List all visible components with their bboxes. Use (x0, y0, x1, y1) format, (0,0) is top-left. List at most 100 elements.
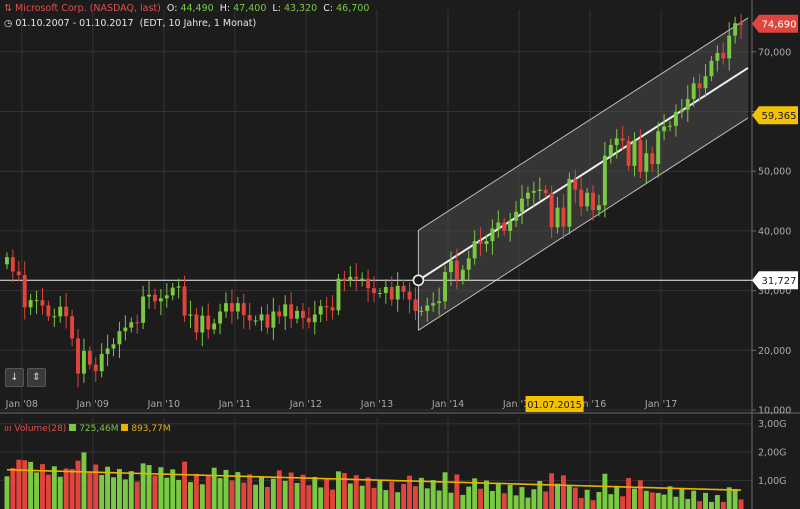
candle-body (443, 272, 447, 302)
candle-body (602, 155, 607, 206)
candle-body (10, 257, 15, 272)
period-info: (EDT, 10 Jahre, 1 Monat) (139, 18, 257, 29)
volume-bar (401, 483, 407, 509)
volume-bar (128, 471, 134, 509)
candle-body (64, 306, 69, 317)
volume-bar (430, 480, 436, 509)
candle-body (158, 298, 163, 302)
candle-body (301, 310, 305, 319)
volume-bar (347, 483, 353, 509)
candle-body (277, 311, 282, 317)
volume-bar (525, 497, 531, 509)
channel-mid-tag-text: 59,365 (762, 111, 797, 122)
open-label: O: (166, 3, 178, 14)
candle-body (431, 303, 436, 306)
candle-body (466, 258, 471, 270)
candle-body (691, 83, 696, 99)
candle-body (614, 138, 619, 145)
candle-body (87, 350, 92, 365)
volume-bar (199, 484, 205, 509)
volume-bar (253, 484, 259, 509)
candle-body (413, 299, 418, 311)
candle-body (685, 98, 690, 110)
volume-bar (495, 482, 501, 509)
volume-bar (389, 481, 395, 509)
candle-body (336, 278, 341, 311)
volume-bar (584, 489, 590, 509)
candle-body (644, 153, 649, 172)
volume-bar (152, 475, 158, 509)
candle-body (679, 109, 684, 113)
candle-body (129, 322, 134, 328)
volume-bar (365, 477, 371, 509)
candle-body (579, 189, 584, 207)
candle-body (218, 311, 223, 324)
x-tick-label: Jan '14 (431, 399, 464, 410)
volume-bar (454, 474, 460, 509)
chart-type-icon[interactable]: ⇅ (4, 3, 15, 14)
high-value: 47,400 (233, 3, 267, 14)
channel-mid-tag: 59,365 (752, 106, 798, 125)
candle-body (395, 285, 400, 300)
volume-bar (578, 498, 584, 509)
volume-bar (484, 480, 489, 509)
volume-bar (714, 495, 720, 509)
candle-body (354, 276, 359, 279)
candle-body (76, 338, 80, 374)
candle-body (164, 295, 169, 299)
current-price-tag: 74,690 (752, 14, 798, 33)
candle-body (224, 303, 228, 312)
highlight-date-label: 01.07.2015 (527, 400, 581, 411)
candle-body (135, 322, 140, 324)
candle-body (703, 76, 708, 89)
candle-body (662, 126, 667, 132)
date-range: 01.10.2007 - 01.10.2017 (15, 18, 134, 29)
candle-body (437, 301, 442, 304)
volume-bar (99, 475, 105, 509)
volume-bar (324, 479, 330, 509)
candle-body (342, 278, 347, 281)
candle-body (407, 291, 412, 300)
candle-body (514, 211, 519, 221)
volume-label: Volume(28) (14, 424, 67, 434)
volume-bar (602, 473, 608, 509)
volume-bar (513, 495, 519, 509)
candle-body (709, 60, 714, 77)
volume-bar (572, 487, 578, 509)
volume-bar (466, 486, 472, 509)
candle-body (520, 198, 524, 212)
candle-body (99, 353, 104, 372)
candle-body (194, 314, 199, 333)
candle-body (123, 327, 128, 332)
volume-bar (608, 494, 614, 509)
candle-body (206, 315, 211, 330)
volume-bar (543, 491, 549, 509)
candle-body (366, 278, 371, 289)
candle-body (425, 305, 430, 311)
candle-body (40, 300, 45, 306)
volume-bar (34, 472, 40, 509)
volume-bar (282, 480, 288, 509)
scroll-down-button[interactable]: ↓ (5, 368, 24, 387)
fit-scale-button[interactable]: ⇕ (27, 368, 46, 387)
candle-body (5, 257, 9, 265)
volume-up-swatch (69, 424, 77, 431)
volume-bar (643, 490, 649, 509)
volume-bar (116, 468, 122, 509)
volume-bar (732, 488, 738, 509)
volume-bar (111, 477, 116, 509)
candle-body (16, 271, 21, 276)
channel-anchor-handle (412, 274, 425, 287)
x-tick-label: Jan '17 (644, 399, 677, 410)
volume-bar (555, 483, 560, 509)
candle-body (295, 310, 299, 319)
volume-legend: ııı Volume(28) 725,46M 893,77M (4, 424, 171, 434)
volume-bar (424, 488, 430, 509)
candle-body (241, 303, 246, 316)
candle-body (620, 138, 625, 141)
instrument-name: Microsoft Corp. (NASDAQ, last) (14, 3, 161, 14)
volume-bar (241, 482, 247, 509)
volume-bar (549, 473, 555, 509)
volume-bar (16, 459, 22, 509)
volume-bar (146, 465, 152, 509)
